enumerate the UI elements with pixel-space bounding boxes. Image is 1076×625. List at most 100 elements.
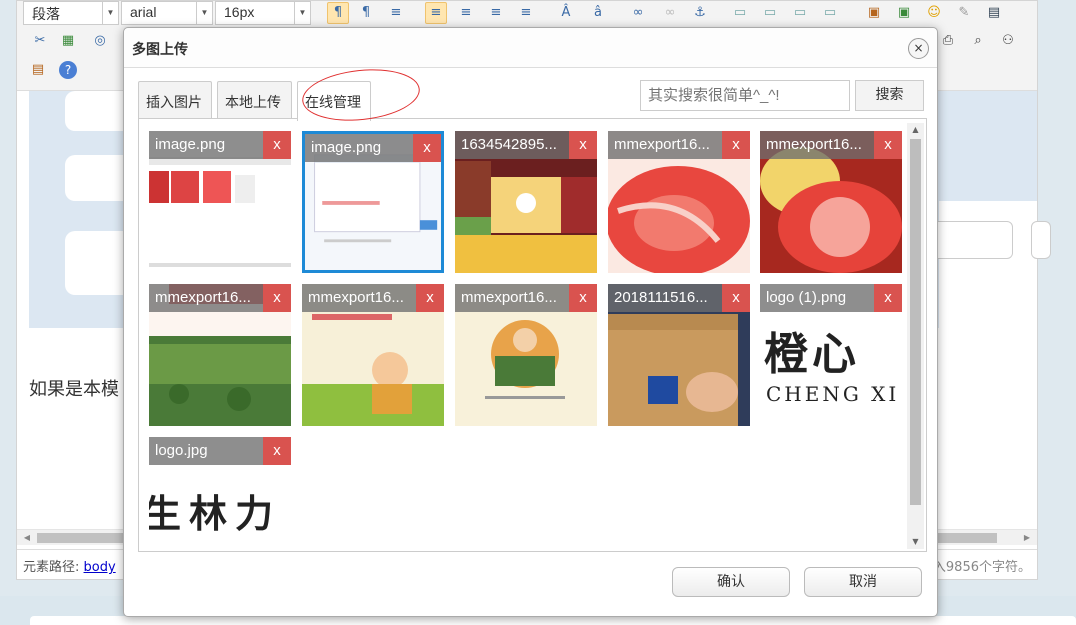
delete-image-button[interactable]: x: [569, 131, 597, 159]
delete-image-button[interactable]: x: [722, 131, 750, 159]
delete-image-button[interactable]: x: [263, 437, 291, 465]
justify-icon[interactable]: ≡: [515, 2, 537, 24]
image-item[interactable]: 生林力 logo.jpg x: [149, 437, 291, 537]
dialog-title: 多图上传: [132, 42, 188, 58]
link-icon[interactable]: ∞: [627, 2, 649, 24]
bg-secondary-button[interactable]: [1031, 221, 1051, 259]
tab-insert-image[interactable]: 插入图片: [138, 81, 212, 119]
scroll-up-icon[interactable]: ▲: [907, 123, 924, 137]
search-replace-icon[interactable]: ⚇: [997, 30, 1019, 52]
print-icon[interactable]: ⎙: [937, 30, 959, 52]
rtl-icon[interactable]: ¶: [355, 2, 377, 24]
image-item[interactable]: 1634542895... x: [455, 131, 597, 273]
font-select[interactable]: arial ▼: [121, 1, 213, 25]
image-item[interactable]: mmexport16... x: [149, 284, 291, 426]
image-item[interactable]: mmexport16... x: [760, 131, 902, 273]
lower-case-icon[interactable]: â: [587, 2, 609, 24]
indent-icon[interactable]: ≡: [385, 2, 407, 24]
font-size-select[interactable]: 16px ▼: [215, 1, 311, 25]
image-name: 2018111516...: [608, 284, 722, 312]
align-right-icon[interactable]: ≡: [485, 2, 507, 24]
delete-image-button[interactable]: x: [413, 134, 441, 162]
attachment-icon[interactable]: ✂: [29, 30, 51, 52]
image-name: logo.jpg: [149, 437, 263, 465]
image-name: logo (1).png: [760, 284, 874, 312]
align-center-icon[interactable]: ≡: [455, 2, 477, 24]
image-item[interactable]: 2018111516... x: [608, 284, 750, 426]
image-manager-panel: image.png x image.png x 1634542895... x …: [138, 118, 927, 552]
scrawl-icon[interactable]: ✎: [953, 2, 975, 24]
chevron-down-icon: ▼: [102, 2, 118, 24]
delete-image-button[interactable]: x: [416, 284, 444, 312]
image-item[interactable]: 橙心 CHENG XI logo (1).png x: [760, 284, 902, 426]
close-button[interactable]: ×: [908, 38, 929, 59]
element-path-label: 元素路径:: [23, 560, 80, 575]
element-path-link[interactable]: body: [84, 560, 116, 575]
search-input[interactable]: [640, 80, 850, 111]
image-center-icon[interactable]: ▭: [819, 2, 841, 24]
image-item[interactable]: mmexport16... x: [608, 131, 750, 273]
logo-text: 橙心: [764, 329, 860, 380]
paste-icon[interactable]: ▤: [27, 59, 49, 81]
page-bottom-bar: [30, 616, 1076, 625]
image-name: image.png: [149, 131, 263, 159]
map-icon[interactable]: ▦: [57, 30, 79, 52]
confirm-button[interactable]: 确认: [672, 567, 790, 597]
cancel-button[interactable]: 取消: [804, 567, 922, 597]
upper-case-icon[interactable]: Â: [555, 2, 577, 24]
paragraph-select[interactable]: 段落 ▼: [23, 1, 119, 25]
paragraph-select-value: 段落: [32, 6, 60, 22]
char-count: 入9856个字符。: [932, 560, 1031, 575]
font-select-value: arial: [130, 4, 157, 20]
close-icon: ×: [913, 41, 924, 55]
image-name: 1634542895...: [455, 131, 569, 159]
multi-image-upload-dialog: 多图上传 × 插入图片 本地上传 在线管理 搜索 image.png x: [123, 27, 938, 617]
delete-image-button[interactable]: x: [874, 131, 902, 159]
image-name: mmexport16...: [608, 131, 722, 159]
image-name: mmexport16...: [302, 284, 416, 312]
logo-text: 生林力: [149, 491, 282, 536]
image-name: mmexport16...: [149, 284, 263, 312]
dialog-titlebar[interactable]: 多图上传 ×: [124, 28, 937, 68]
tab-label: 插入图片: [146, 95, 202, 111]
editor-text[interactable]: 如果是本模: [29, 375, 119, 401]
scroll-left-icon[interactable]: ◀: [19, 530, 35, 546]
image-name: mmexport16...: [455, 284, 569, 312]
chevron-down-icon: ▼: [196, 2, 212, 24]
align-left-icon[interactable]: ≡: [425, 2, 447, 24]
logo-text: CHENG XI: [766, 382, 900, 406]
scroll-right-icon[interactable]: ▶: [1019, 530, 1035, 546]
font-size-select-value: 16px: [224, 4, 255, 20]
delete-image-button[interactable]: x: [722, 284, 750, 312]
chevron-down-icon: ▼: [294, 2, 310, 24]
unlink-icon[interactable]: ∞: [659, 2, 681, 24]
insert-frame-icon[interactable]: ◎: [89, 30, 111, 52]
anchor-icon[interactable]: ⚓: [689, 2, 711, 24]
delete-image-button[interactable]: x: [263, 284, 291, 312]
image-name: mmexport16...: [760, 131, 874, 159]
tab-label: 本地上传: [225, 95, 281, 111]
help-icon[interactable]: ?: [59, 61, 77, 79]
image-float-left-icon[interactable]: ▭: [759, 2, 781, 24]
search-button[interactable]: 搜索: [855, 80, 924, 111]
delete-image-button[interactable]: x: [874, 284, 902, 312]
emotion-icon[interactable]: ☺: [923, 2, 945, 24]
scroll-thumb[interactable]: [910, 139, 921, 505]
ltr-icon[interactable]: ¶: [327, 2, 349, 24]
tab-local-upload[interactable]: 本地上传: [217, 81, 292, 119]
delete-image-button[interactable]: x: [263, 131, 291, 159]
image-item[interactable]: image.png x: [149, 131, 291, 273]
image-item-selected[interactable]: image.png x: [302, 131, 444, 273]
scroll-down-icon[interactable]: ▼: [907, 535, 924, 549]
simple-upload-icon[interactable]: ▣: [863, 2, 885, 24]
image-item[interactable]: mmexport16... x: [302, 284, 444, 426]
image-name: image.png: [305, 134, 419, 162]
image-float-none-icon[interactable]: ▭: [729, 2, 751, 24]
image-float-right-icon[interactable]: ▭: [789, 2, 811, 24]
delete-image-button[interactable]: x: [569, 284, 597, 312]
insert-video-icon[interactable]: ▤: [983, 2, 1005, 24]
preview-icon[interactable]: ⌕: [967, 30, 989, 52]
insert-image-icon[interactable]: ▣: [893, 2, 915, 24]
vertical-scrollbar[interactable]: ▲ ▼: [907, 123, 924, 549]
image-item[interactable]: mmexport16... x: [455, 284, 597, 426]
